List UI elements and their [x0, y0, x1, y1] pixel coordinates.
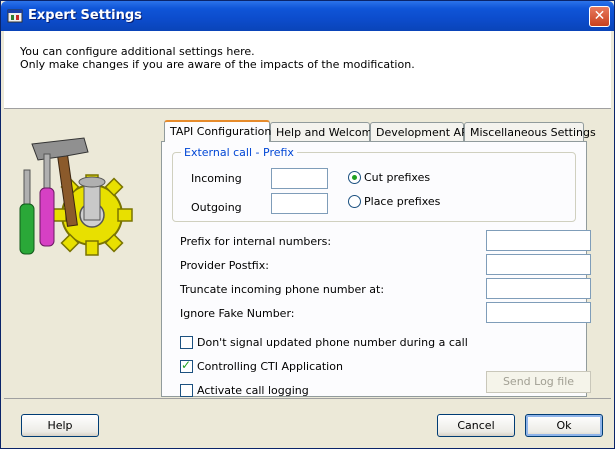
cancel-button[interactable]: Cancel: [437, 414, 515, 437]
header-panel: You can configure additional settings he…: [4, 31, 611, 109]
place-prefixes-label[interactable]: Place prefixes: [364, 195, 440, 208]
incoming-prefix-input[interactable]: [271, 168, 328, 189]
cut-prefixes-label[interactable]: Cut prefixes: [364, 171, 430, 184]
button-bar: Help Cancel Ok: [4, 398, 611, 447]
truncate-incoming-input[interactable]: [486, 278, 591, 299]
external-prefix-title: External call - Prefix: [181, 146, 297, 159]
tapi-configuration-panel: External call - Prefix Incoming Outgoing…: [161, 141, 591, 397]
provider-postfix-label: Provider Postfix:: [180, 259, 269, 272]
close-icon: ✕: [593, 8, 606, 24]
activate-logging-checkbox[interactable]: [180, 384, 193, 397]
header-line-2: Only make changes if you are aware of th…: [20, 58, 415, 71]
dont-signal-checkbox[interactable]: [180, 336, 193, 349]
cut-prefixes-radio[interactable]: [348, 171, 361, 184]
outgoing-prefix-input[interactable]: [271, 193, 328, 214]
tab-tapi-configuration[interactable]: TAPI Configuration: [164, 120, 271, 142]
tab-miscellaneous-settings[interactable]: Miscellaneous Settings: [464, 122, 596, 141]
app-icon: [7, 9, 23, 23]
controlling-cti-label[interactable]: Controlling CTI Application: [197, 360, 343, 373]
dont-signal-label[interactable]: Don't signal updated phone number during…: [197, 336, 468, 349]
send-log-file-button[interactable]: Send Log file: [486, 371, 591, 393]
header-line-1: You can configure additional settings he…: [20, 45, 255, 58]
title-bar[interactable]: Expert Settings ✕: [1, 1, 614, 31]
external-prefix-group: External call - Prefix Incoming Outgoing…: [172, 146, 576, 222]
incoming-label: Incoming: [191, 172, 242, 185]
expert-settings-window: Expert Settings ✕ You can configure addi…: [0, 0, 615, 449]
tab-development-api[interactable]: Development API: [370, 122, 471, 141]
help-button[interactable]: Help: [21, 414, 99, 437]
controlling-cti-checkbox[interactable]: [180, 358, 193, 373]
window-title: Expert Settings: [28, 8, 142, 23]
truncate-incoming-label: Truncate incoming phone number at:: [180, 283, 385, 296]
outgoing-label: Outgoing: [191, 201, 242, 214]
close-button[interactable]: ✕: [589, 6, 610, 27]
provider-postfix-input[interactable]: [486, 254, 591, 275]
activate-logging-label[interactable]: Activate call logging: [197, 384, 309, 397]
place-prefixes-radio[interactable]: [348, 195, 361, 208]
main-area: TAPI Configuration Help and Welcome Deve…: [4, 110, 611, 398]
ignore-fake-label: Ignore Fake Number:: [180, 307, 295, 320]
header-description: You can configure additional settings he…: [20, 45, 415, 71]
tools-gear-icon: [19, 137, 133, 256]
tab-help-and-welcome[interactable]: Help and Welcome: [270, 122, 379, 141]
prefix-internal-input[interactable]: [486, 230, 591, 251]
prefix-internal-label: Prefix for internal numbers:: [180, 235, 332, 248]
ignore-fake-input[interactable]: [486, 302, 591, 323]
ok-button[interactable]: Ok: [525, 414, 603, 437]
